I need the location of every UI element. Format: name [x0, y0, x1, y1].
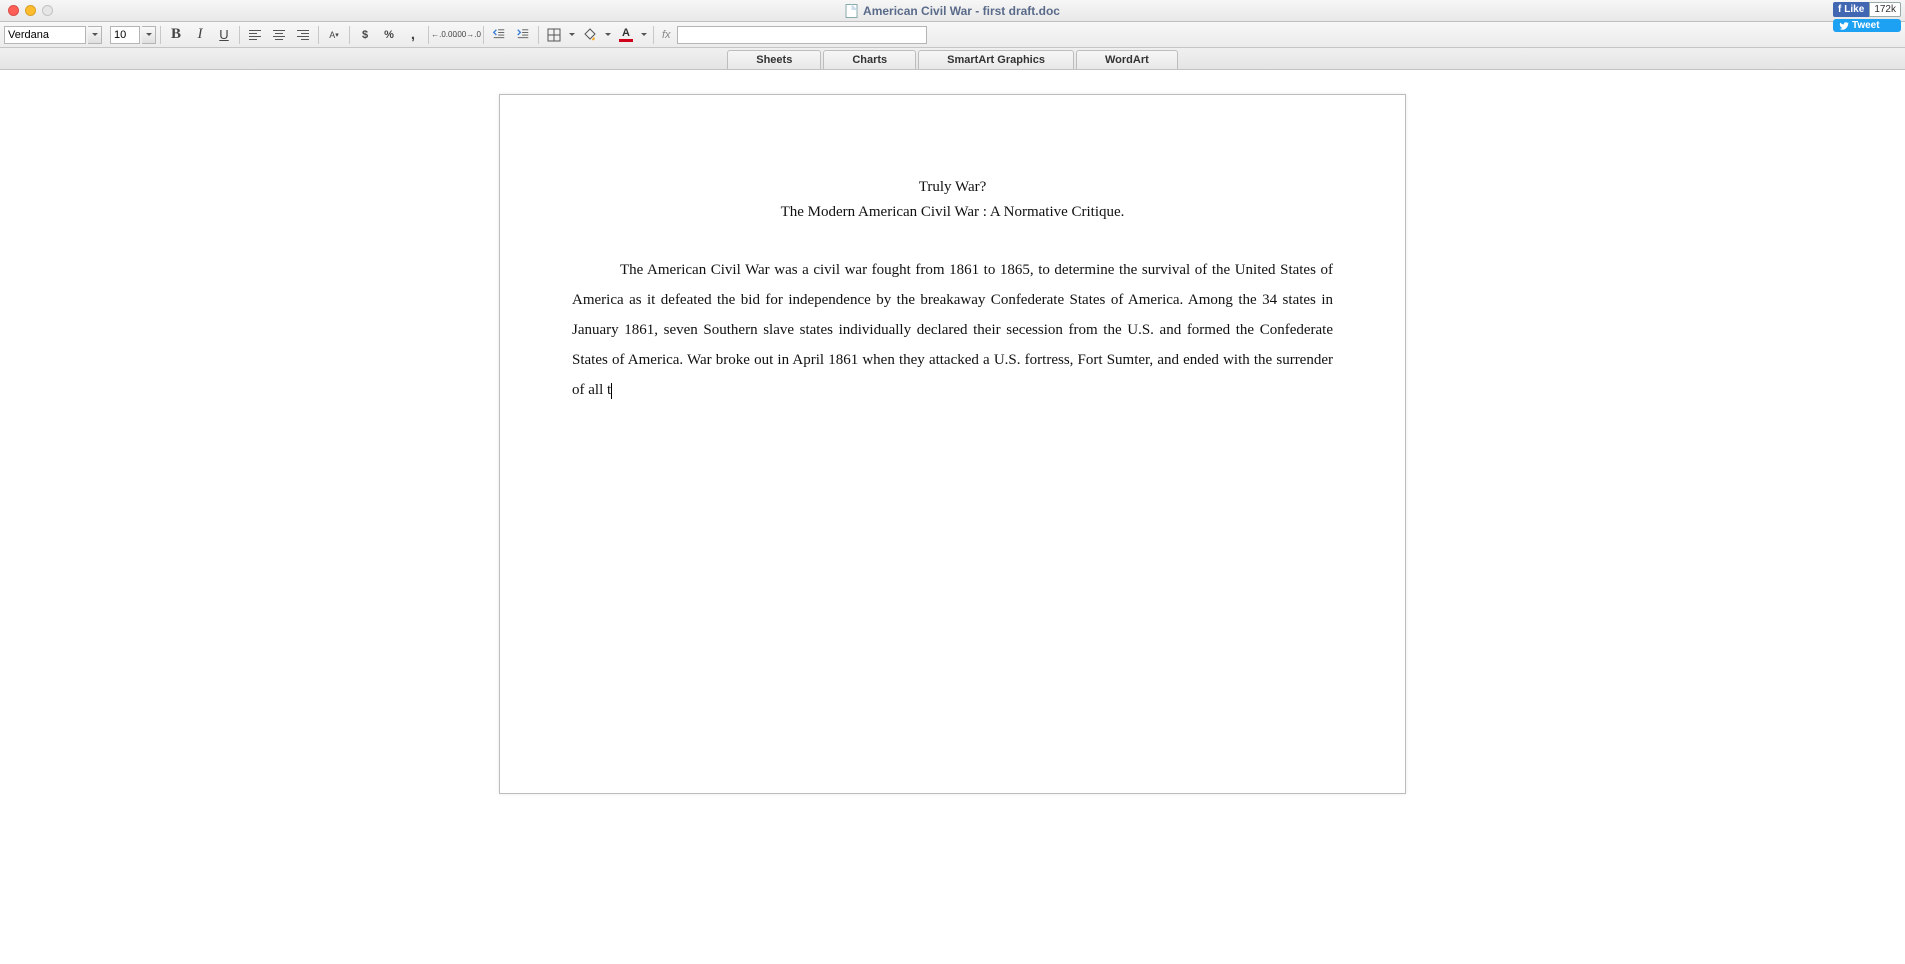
facebook-like-count: 172k	[1869, 2, 1901, 17]
facebook-like-label: Like	[1844, 4, 1864, 15]
tab-sheets[interactable]: Sheets	[727, 50, 821, 69]
window-controls	[8, 5, 53, 16]
fill-color-button[interactable]	[579, 25, 601, 45]
zoom-button[interactable]	[42, 5, 53, 16]
facebook-like-button[interactable]: f Like	[1833, 2, 1869, 17]
tab-wordart[interactable]: WordArt	[1076, 50, 1178, 69]
decrease-decimal-button[interactable]: .00→.0	[457, 25, 479, 45]
increase-decimal-button[interactable]: ←.0.00	[433, 25, 455, 45]
window-title: American Civil War - first draft.doc	[845, 4, 1060, 18]
font-size-select[interactable]: 10	[110, 26, 140, 44]
text-cursor	[611, 383, 612, 399]
document-page[interactable]: Truly War? The Modern American Civil War…	[499, 94, 1406, 794]
align-center-button[interactable]	[268, 25, 290, 45]
percent-button[interactable]: %	[378, 25, 400, 45]
minimize-button[interactable]	[25, 5, 36, 16]
italic-button[interactable]: I	[189, 25, 211, 45]
font-color-dropdown[interactable]	[639, 25, 649, 45]
bold-button[interactable]: B	[165, 25, 187, 45]
document-title: Truly War?	[572, 179, 1333, 196]
formula-label: fx	[658, 29, 675, 41]
font-size-reduce-button[interactable]: A▾	[323, 25, 345, 45]
document-workspace: Truly War? The Modern American Civil War…	[0, 70, 1905, 834]
borders-dropdown[interactable]	[567, 25, 577, 45]
comma-button[interactable]: ,	[402, 25, 424, 45]
document-subtitle: The Modern American Civil War : A Normat…	[572, 204, 1333, 221]
formula-input[interactable]	[677, 26, 927, 44]
borders-button[interactable]	[543, 25, 565, 45]
titlebar: American Civil War - first draft.doc f L…	[0, 0, 1905, 22]
align-left-button[interactable]	[244, 25, 266, 45]
document-icon	[845, 4, 857, 18]
ribbon-tabs: Sheets Charts SmartArt Graphics WordArt	[0, 48, 1905, 70]
font-color-button[interactable]: A	[615, 25, 637, 45]
fill-color-dropdown[interactable]	[603, 25, 613, 45]
font-size-dropdown[interactable]	[142, 26, 156, 44]
social-buttons: f Like 172k Tweet	[1833, 2, 1901, 32]
align-right-button[interactable]	[292, 25, 314, 45]
currency-button[interactable]: $	[354, 25, 376, 45]
twitter-icon	[1839, 21, 1849, 31]
tab-smartart[interactable]: SmartArt Graphics	[918, 50, 1074, 69]
tweet-button[interactable]: Tweet	[1833, 19, 1901, 32]
window-title-text: American Civil War - first draft.doc	[863, 4, 1060, 18]
underline-button[interactable]: U	[213, 25, 235, 45]
font-family-select[interactable]: Verdana	[4, 26, 86, 44]
facebook-icon: f	[1838, 4, 1841, 15]
tab-charts[interactable]: Charts	[823, 50, 916, 69]
decrease-indent-button[interactable]	[488, 25, 510, 45]
increase-indent-button[interactable]	[512, 25, 534, 45]
formatting-toolbar: Verdana 10 B I U A▾ $ % , ←.0.00 .00→.0 …	[0, 22, 1905, 48]
close-button[interactable]	[8, 5, 19, 16]
document-body: The American Civil War was a civil war f…	[572, 255, 1333, 405]
tweet-label: Tweet	[1852, 20, 1880, 31]
font-family-dropdown[interactable]	[88, 26, 102, 44]
